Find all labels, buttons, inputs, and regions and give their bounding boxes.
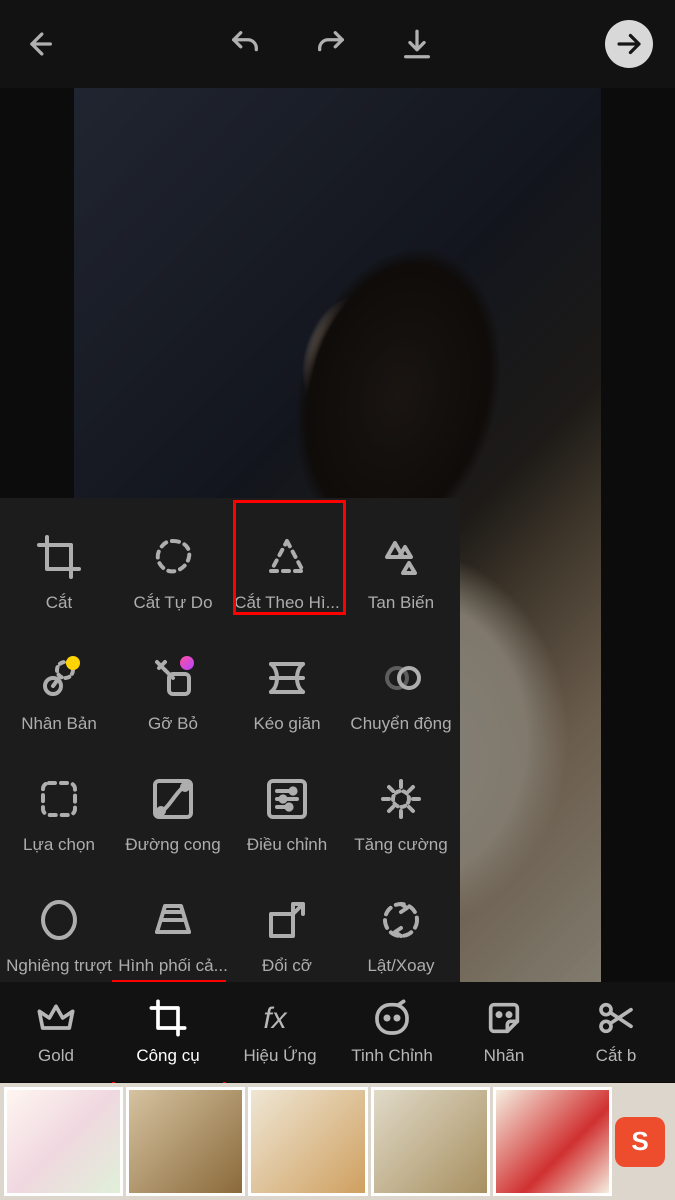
tool-clone[interactable]: Nhân Bản	[2, 633, 116, 754]
tool-perspective[interactable]: Hình phối cả...	[116, 876, 230, 997]
undo-icon[interactable]	[228, 27, 262, 61]
crop-icon	[35, 533, 83, 581]
fx-icon: fx	[260, 998, 300, 1038]
tool-free-crop[interactable]: Cắt Tự Do	[116, 512, 230, 633]
tool-enhance[interactable]: Tăng cường	[344, 755, 458, 876]
tool-stretch[interactable]: Kéo giãn	[230, 633, 344, 754]
curves-icon	[149, 775, 197, 823]
shape-crop-icon	[263, 533, 311, 581]
tool-crop[interactable]: Cắt	[2, 512, 116, 633]
free-crop-icon	[149, 533, 197, 581]
sticker-icon	[484, 998, 524, 1038]
perspective-icon	[149, 896, 197, 944]
tool-flip-rotate[interactable]: Lật/Xoay	[344, 876, 458, 997]
ad-thumb[interactable]	[126, 1087, 245, 1196]
flip-rotate-icon	[377, 896, 425, 944]
tool-selection[interactable]: Lựa chọn	[2, 755, 116, 876]
ad-thumb[interactable]	[248, 1087, 367, 1196]
nav-gold[interactable]: Gold	[0, 982, 112, 1082]
nav-cutout[interactable]: Cắt b	[560, 982, 672, 1082]
tool-tilt-shift[interactable]: Nghiêng trượt	[2, 876, 116, 997]
tool-curves[interactable]: Đường cong	[116, 755, 230, 876]
tools-panel: Cắt Cắt Tự Do Cắt Theo Hì... Tan Biến Nh…	[0, 498, 460, 1003]
next-button[interactable]	[605, 20, 653, 68]
crop-icon	[148, 998, 188, 1038]
ad-thumb[interactable]	[4, 1087, 123, 1196]
tilt-shift-icon	[35, 896, 83, 944]
nav-tools[interactable]: Công cụ	[112, 982, 224, 1082]
clone-icon	[35, 654, 83, 702]
resize-icon	[263, 896, 311, 944]
back-icon[interactable]	[22, 27, 56, 61]
ad-strip[interactable]: S	[0, 1083, 675, 1200]
nav-sticker[interactable]: Nhãn	[448, 982, 560, 1082]
tool-dispersion[interactable]: Tan Biến	[344, 512, 458, 633]
tool-motion[interactable]: Chuyển động	[344, 633, 458, 754]
crown-icon	[36, 998, 76, 1038]
tool-remove[interactable]: Gỡ Bỏ	[116, 633, 230, 754]
shopee-badge[interactable]: S	[615, 1117, 665, 1167]
dispersion-icon	[377, 533, 425, 581]
ad-thumb[interactable]	[493, 1087, 612, 1196]
selection-icon	[35, 775, 83, 823]
face-icon	[372, 998, 412, 1038]
svg-text:fx: fx	[263, 1002, 287, 1035]
motion-icon	[377, 654, 425, 702]
top-toolbar	[0, 0, 675, 88]
redo-icon[interactable]	[314, 27, 348, 61]
remove-icon	[149, 654, 197, 702]
nav-finetune[interactable]: Tinh Chỉnh	[336, 982, 448, 1082]
tool-resize[interactable]: Đổi cỡ	[230, 876, 344, 997]
tool-shape-crop[interactable]: Cắt Theo Hì...	[230, 512, 344, 633]
download-icon[interactable]	[400, 27, 434, 61]
scissors-icon	[596, 998, 636, 1038]
adjust-icon	[263, 775, 311, 823]
stretch-icon	[263, 654, 311, 702]
tool-adjust[interactable]: Điều chỉnh	[230, 755, 344, 876]
ad-thumb[interactable]	[371, 1087, 490, 1196]
bottom-nav: Gold Công cụ fxHiệu Ứng Tinh Chỉnh Nhãn …	[0, 982, 675, 1082]
enhance-icon	[377, 775, 425, 823]
nav-fx[interactable]: fxHiệu Ứng	[224, 982, 336, 1082]
